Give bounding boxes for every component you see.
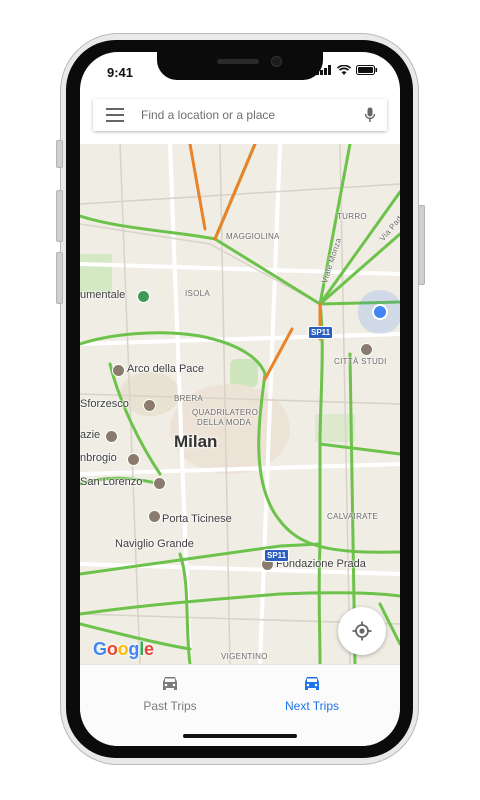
screen: 9:41 Find a location or a place Milan um… bbox=[80, 52, 400, 746]
map-district-label: CITTÀ STUDI bbox=[334, 357, 387, 366]
my-location-button[interactable] bbox=[338, 607, 386, 655]
tab-label: Next Trips bbox=[284, 699, 339, 713]
tab-next-trips[interactable]: Next Trips bbox=[252, 675, 372, 713]
landmark-poi-icon[interactable] bbox=[360, 343, 373, 356]
map-place-label[interactable]: azie bbox=[80, 429, 100, 441]
map-place-label[interactable]: Naviglio Grande bbox=[115, 538, 194, 550]
map-district-label: VIGENTINO bbox=[221, 652, 268, 661]
map-place-label[interactable]: nbrogio bbox=[80, 452, 117, 464]
car-icon bbox=[163, 677, 177, 690]
map-district-label: MAGGIOLINA bbox=[226, 232, 280, 241]
map-district-label: CALVAIRATE bbox=[327, 512, 379, 521]
road-shield: SP11 bbox=[308, 326, 334, 339]
wifi-icon bbox=[337, 65, 351, 75]
phone-power-button bbox=[418, 205, 425, 285]
tab-past-trips[interactable]: Past Trips bbox=[110, 675, 230, 713]
tab-label: Past Trips bbox=[143, 699, 197, 713]
phone-volume-down-button bbox=[56, 252, 63, 304]
phone-side-button bbox=[56, 140, 63, 168]
search-bar[interactable]: Find a location or a place bbox=[93, 99, 387, 131]
notch bbox=[157, 52, 323, 80]
map-place-label[interactable]: Sforzesco bbox=[80, 398, 129, 410]
map-place-label[interactable]: San Lorenzo bbox=[80, 476, 142, 488]
status-icons bbox=[316, 65, 378, 75]
map-district-label: QUADRILATERO bbox=[192, 408, 259, 417]
battery-icon bbox=[356, 65, 378, 75]
map-district-label: TURRO bbox=[337, 212, 367, 221]
map-place-label[interactable]: Porta Ticinese bbox=[162, 513, 232, 525]
status-time: 9:41 bbox=[107, 65, 134, 80]
landmark-poi-icon[interactable] bbox=[105, 430, 118, 443]
hamburger-menu-icon[interactable] bbox=[106, 108, 124, 122]
phone-volume-up-button bbox=[56, 190, 63, 242]
crosshair-icon bbox=[352, 621, 372, 641]
map-view[interactable]: Milan umentale Arco della Pace Sforzesco… bbox=[80, 144, 400, 664]
landmark-poi-icon[interactable] bbox=[143, 399, 156, 412]
car-icon bbox=[305, 677, 319, 690]
map-place-label[interactable]: Arco della Pace bbox=[127, 363, 204, 375]
map-place-label[interactable]: umentale bbox=[80, 289, 125, 301]
landmark-poi-icon[interactable] bbox=[112, 364, 125, 377]
map-district-label: ISOLA bbox=[185, 289, 211, 298]
current-location-marker bbox=[372, 304, 388, 320]
map-district-label: BRERA bbox=[174, 394, 204, 403]
map-city-label: Milan bbox=[174, 432, 218, 451]
map-place-label[interactable]: Fondazione Prada bbox=[276, 558, 366, 570]
home-indicator[interactable] bbox=[183, 734, 297, 738]
landmark-poi-icon[interactable] bbox=[127, 453, 140, 466]
road-shield: SP11 bbox=[264, 549, 290, 562]
map-district-label: DELLA MODA bbox=[197, 418, 252, 427]
search-input[interactable]: Find a location or a place bbox=[141, 108, 364, 122]
camera bbox=[271, 56, 282, 67]
google-logo: Google bbox=[93, 639, 154, 659]
park-poi-icon[interactable] bbox=[137, 290, 150, 303]
microphone-icon[interactable] bbox=[364, 107, 376, 123]
landmark-poi-icon[interactable] bbox=[148, 510, 161, 523]
speaker bbox=[217, 59, 259, 64]
landmark-poi-icon[interactable] bbox=[153, 477, 166, 490]
